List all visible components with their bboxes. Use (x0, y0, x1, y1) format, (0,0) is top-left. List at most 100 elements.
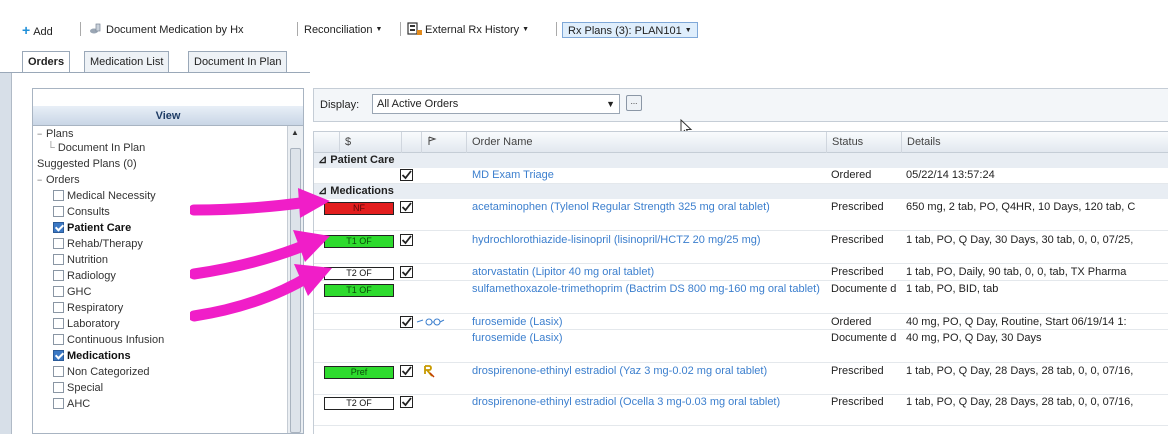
order-name-link[interactable]: furosemide (Lasix) (472, 332, 827, 345)
order-name-link[interactable]: atorvastatin (Lipitor 40 mg oral tablet) (472, 266, 827, 279)
tree-item-label: Continuous Infusion (67, 334, 165, 346)
checkmark-icon (400, 234, 413, 246)
order-row[interactable]: T1 OF sulfamethoxazole-trimethoprim (Bact… (314, 282, 1168, 314)
tab-medication-list[interactable]: Medication List (84, 51, 170, 72)
toolbar-divider (80, 22, 81, 36)
display-select[interactable]: All Active Orders ▼ (372, 94, 620, 114)
tree-item-rehab-therapy[interactable]: Rehab/Therapy (53, 236, 143, 252)
scroll-up-icon[interactable]: ▲ (291, 128, 299, 137)
order-details: 1 tab, PO, BID, tab (906, 283, 999, 295)
view-header: View (33, 106, 303, 126)
checkmark-icon (400, 365, 413, 377)
order-row[interactable]: NF acetaminophen (Tylenol Regular Strengt… (314, 200, 1168, 231)
tree-item-nutrition[interactable]: Nutrition (53, 252, 108, 268)
section-medications[interactable]: ⊿ Medications (314, 184, 1168, 199)
checkbox[interactable] (53, 270, 64, 281)
order-status: Documente d (831, 283, 897, 295)
toolbar-divider (297, 22, 298, 36)
order-details: 1 tab, PO, Q Day, 28 Days, 28 tab, 0, 0,… (906, 365, 1134, 377)
tree-item-non-categorized[interactable]: Non Categorized (53, 364, 150, 380)
checkbox[interactable] (53, 222, 64, 233)
orders-tabs: Orders Medication List Document In Plan (0, 51, 330, 73)
checkmark-icon (400, 169, 413, 181)
checkbox[interactable] (53, 190, 64, 201)
tree-item-medical-necessity[interactable]: Medical Necessity (53, 188, 156, 204)
section-patient-care[interactable]: ⊿ Patient Care (314, 153, 1168, 168)
checkbox[interactable] (53, 398, 64, 409)
tree-item-suggested-plans-0-[interactable]: Suggested Plans (0) (37, 156, 137, 172)
external-rx-history-dropdown[interactable]: External Rx History ▼ (407, 22, 529, 38)
order-name-link[interactable]: drospirenone-ethinyl estradiol (Ocella 3… (472, 396, 827, 409)
order-row[interactable]: T1 OF hydrochlorothiazide-lisinopril (lis… (314, 233, 1168, 264)
tree-item-label: Document In Plan (57, 142, 146, 154)
checkbox[interactable] (53, 350, 64, 361)
order-status: Prescribed (831, 234, 884, 246)
header-expand (314, 132, 339, 153)
tree-item-ghc[interactable]: GHC (53, 284, 91, 300)
checkbox[interactable] (53, 382, 64, 393)
tree-item-document-in-plan[interactable]: └ Document In Plan (47, 140, 145, 156)
header-order-name[interactable]: Order Name (466, 132, 826, 153)
add-button[interactable]: + Add (22, 22, 53, 38)
checkbox[interactable] (53, 334, 64, 345)
order-row[interactable]: T2 OF atorvastatin (Lipitor 40 mg oral ta… (314, 265, 1168, 281)
tree-item-label: Medications (67, 350, 131, 362)
display-options-button[interactable]: ... (626, 95, 642, 111)
order-name-link[interactable]: sulfamethoxazole-trimethoprim (Bactrim D… (472, 283, 827, 296)
order-details: 1 tab, PO, Q Day, 28 Days, 28 tab, 0, 0,… (906, 396, 1134, 408)
checkbox[interactable] (53, 254, 64, 265)
tree-item-respiratory[interactable]: Respiratory (53, 300, 123, 316)
tree-item-patient-care[interactable]: Patient Care (53, 220, 131, 236)
checkbox[interactable] (53, 366, 64, 377)
tab-document-in-plan[interactable]: Document In Plan (188, 51, 288, 72)
order-status: Documente d (831, 332, 897, 344)
order-status: Prescribed (831, 201, 884, 213)
formulary-badge: T2 OF (324, 397, 394, 410)
annotation-arrows (190, 188, 332, 322)
header-check[interactable] (401, 132, 421, 153)
order-name-link[interactable]: MD Exam Triage (472, 169, 827, 182)
order-details: 40 mg, PO, Q Day, 30 Days (906, 332, 1042, 344)
tree-item-label: Plans (46, 128, 74, 140)
toolbar-divider (400, 22, 401, 36)
tree-item-special[interactable]: Special (53, 380, 103, 396)
checkbox[interactable] (53, 302, 64, 313)
order-name-link[interactable]: drospirenone-ethinyl estradiol (Yaz 3 mg… (472, 365, 827, 378)
order-details: 40 mg, PO, Q Day, Routine, Start 06/19/1… (906, 316, 1127, 328)
order-row[interactable]: T2 OF drospirenone-ethinyl estradiol (Oce… (314, 395, 1168, 426)
checkmark-icon (400, 266, 413, 278)
header-flag[interactable] (421, 132, 466, 153)
left-splitter[interactable] (0, 73, 12, 434)
collapse-triangle-icon[interactable]: ⊿ (318, 154, 330, 166)
header-dollar[interactable]: $ (339, 132, 401, 153)
order-row[interactable]: furosemide (Lasix) Documente d 40 mg, PO, … (314, 331, 1168, 363)
order-row[interactable]: MD Exam Triage Ordered 05/22/14 13:57:24 (314, 168, 1168, 184)
reconciliation-dropdown[interactable]: Reconciliation ▼ (304, 22, 382, 38)
tree-item-continuous-infusion[interactable]: Continuous Infusion (53, 332, 164, 348)
formulary-badge: Pref (324, 366, 394, 379)
tree-item-laboratory[interactable]: Laboratory (53, 316, 120, 332)
header-details[interactable]: Details (901, 132, 1168, 153)
tab-orders[interactable]: Orders (22, 51, 71, 73)
order-row[interactable]: furosemide (Lasix) Ordered 40 mg, PO, Q Da… (314, 315, 1168, 330)
tree-item-radiology[interactable]: Radiology (53, 268, 116, 284)
chevron-down-icon: ▼ (684, 27, 692, 35)
checkbox[interactable] (53, 238, 64, 249)
checkbox[interactable] (53, 206, 64, 217)
tree-item-medications[interactable]: Medications (53, 348, 131, 364)
checkbox[interactable] (53, 286, 64, 297)
collapse-icon[interactable]: − (37, 172, 46, 188)
tree-item-ahc[interactable]: AHC (53, 396, 90, 412)
checkbox[interactable] (53, 318, 64, 329)
order-name-link[interactable]: hydrochlorothiazide-lisinopril (lisinopr… (472, 234, 827, 247)
document-medication-button[interactable]: Document Medication by Hx (89, 22, 244, 38)
header-status[interactable]: Status (826, 132, 901, 153)
rx-plans-dropdown[interactable]: Rx Plans (3): PLAN101 ▼ (562, 22, 698, 38)
order-name-link[interactable]: acetaminophen (Tylenol Regular Strength … (472, 201, 827, 214)
order-name-link[interactable]: furosemide (Lasix) (472, 316, 827, 329)
tree-item-orders[interactable]: − Orders (37, 172, 80, 188)
tree-item-consults[interactable]: Consults (53, 204, 110, 220)
collapse-icon[interactable]: − (37, 126, 46, 142)
order-row[interactable]: Pref drospirenone-ethinyl estradiol (Yaz … (314, 364, 1168, 395)
document-medication-label: Document Medication by Hx (106, 24, 244, 36)
